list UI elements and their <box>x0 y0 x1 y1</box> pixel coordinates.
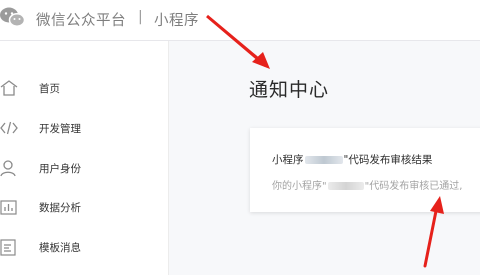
notification-preview: 你的小程序" "代码发布审核已通过, <box>272 177 462 192</box>
main-content: 通知中心 小程序 "代码发布审核结果 你的小程序" "代码发布审核已通过, <box>169 41 480 275</box>
notification-body-suffix: "代码发布审核已通过, <box>364 181 463 192</box>
sidebar-item-template-message[interactable]: 模板消息 <box>0 234 168 260</box>
sidebar-item-label: 模板消息 <box>39 241 81 254</box>
template-icon <box>0 239 16 256</box>
notification-title-suffix: "代码发布审核结果 <box>343 154 433 166</box>
sidebar: 首页 开发管理 用户身份 数据分析 模板消息 <box>0 41 169 275</box>
wechat-logo-icon <box>0 7 26 27</box>
notification-title[interactable]: 小程序 "代码发布审核结果 <box>272 152 432 167</box>
redacted-app-name <box>327 182 364 190</box>
sidebar-item-user-identity[interactable]: 用户身份 <box>0 155 168 181</box>
platform-name[interactable]: 微信公众平台 <box>36 9 126 30</box>
home-icon <box>0 80 18 96</box>
code-icon <box>0 121 18 135</box>
sidebar-item-data-analysis[interactable]: 数据分析 <box>0 194 168 220</box>
page-title: 通知中心 <box>249 79 330 101</box>
top-bar: 微信公众平台 | 小程序 <box>0 0 480 41</box>
header-separator: | <box>138 9 143 25</box>
sidebar-item-home[interactable]: 首页 <box>0 75 168 101</box>
sidebar-item-label: 用户身份 <box>39 162 81 175</box>
sidebar-item-label: 数据分析 <box>39 201 81 214</box>
redacted-app-name <box>304 156 343 164</box>
notification-title-prefix: 小程序 <box>272 154 304 166</box>
sidebar-item-label: 首页 <box>39 82 60 95</box>
sidebar-item-label: 开发管理 <box>39 122 81 135</box>
notification-body-prefix: 你的小程序" <box>272 181 327 192</box>
notification-card[interactable]: 小程序 "代码发布审核结果 你的小程序" "代码发布审核已通过, <box>250 128 480 212</box>
user-icon <box>0 160 16 177</box>
sidebar-item-dev-management[interactable]: 开发管理 <box>0 115 168 141</box>
product-name: 小程序 <box>154 13 199 29</box>
bar-chart-icon <box>0 200 17 215</box>
